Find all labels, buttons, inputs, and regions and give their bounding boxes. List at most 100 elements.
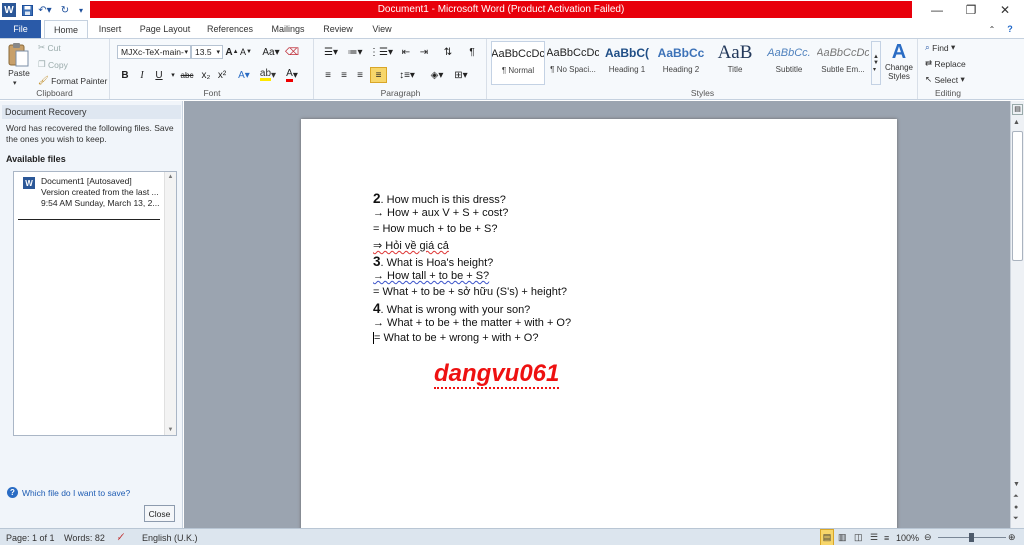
style-subtitle[interactable]: AaBbCc. Subtitle <box>762 41 816 85</box>
doc-line-8: 4. What is wrong with your son? <box>373 301 530 316</box>
undo-icon[interactable]: ↶▾ <box>36 2 54 18</box>
style-preview: AaBbCcDc <box>547 47 599 59</box>
watermark-text: dangvu061 <box>434 360 560 389</box>
numbering-icon[interactable]: ≔▾ <box>345 45 365 59</box>
close-window-button[interactable]: ✕ <box>988 0 1022 20</box>
word-logo-icon[interactable]: W <box>2 3 16 17</box>
strikethrough-button[interactable]: abc <box>179 68 195 82</box>
replace-button[interactable]: ⇄ Replace <box>925 58 966 69</box>
zoom-slider-thumb[interactable] <box>969 533 974 542</box>
save-icon[interactable] <box>20 2 34 18</box>
recovered-file-item[interactable]: W Document1 [Autosaved] Version created … <box>18 175 164 219</box>
underline-dropdown-icon[interactable]: ▾ <box>166 68 180 82</box>
borders-icon[interactable]: ⊞▾ <box>451 68 471 82</box>
tab-file[interactable]: File <box>0 20 41 38</box>
bullets-icon[interactable]: ☰▾ <box>321 45 341 59</box>
style-normal[interactable]: AaBbCcDc ¶ Normal <box>491 41 545 85</box>
ruler-toggle-icon[interactable]: ▤ <box>1012 104 1023 115</box>
underline-button[interactable]: U <box>152 68 166 82</box>
scroll-thumb[interactable] <box>1012 131 1023 261</box>
previous-page-icon[interactable]: ⏶ <box>1013 493 1019 501</box>
text-effects-icon[interactable]: A▾ <box>235 68 253 82</box>
style-subtle-emphasis[interactable]: AaBbCcDc Subtle Em... <box>816 41 870 85</box>
change-styles-icon: A <box>891 41 907 63</box>
grow-font-icon[interactable]: A ▲ <box>225 45 239 59</box>
zoom-in-icon[interactable]: ⊕ <box>1008 529 1016 545</box>
minimize-button[interactable]: — <box>920 0 954 20</box>
file-list-scrollbar[interactable]: ▲ ▼ <box>164 172 176 435</box>
paste-button[interactable]: Paste <box>4 68 34 78</box>
line-number: 4 <box>373 301 381 316</box>
superscript-button[interactable]: x² <box>215 68 229 82</box>
style-heading-2[interactable]: AaBbCc Heading 2 <box>654 41 708 85</box>
style-preview: AaBbCcDc <box>817 47 869 59</box>
browse-object-icon[interactable]: ● <box>1014 504 1018 511</box>
minimize-ribbon-icon[interactable]: ⌃ <box>985 20 999 38</box>
zoom-out-icon[interactable]: ⊖ <box>924 529 932 545</box>
font-color-icon[interactable]: A ▾ <box>283 68 301 82</box>
page-count[interactable]: Page: 1 of 1 <box>6 529 55 545</box>
align-right-icon[interactable]: ≡ <box>353 68 367 82</box>
align-left-icon[interactable]: ≡ <box>321 68 335 82</box>
proofing-icon[interactable]: ✓̸ <box>117 529 125 545</box>
font-size-select[interactable]: 13.5 ▾ <box>191 45 223 59</box>
align-center-icon[interactable]: ≡ <box>337 68 351 82</box>
language-status[interactable]: English (U.K.) <box>142 529 198 545</box>
change-styles-label: Change Styles <box>884 63 914 81</box>
clipboard-icon[interactable] <box>5 41 31 69</box>
line-spacing-icon[interactable]: ↕≡▾ <box>397 68 417 82</box>
scroll-up-icon[interactable]: ▲ <box>1013 119 1020 126</box>
zoom-level[interactable]: 100% <box>896 529 919 545</box>
tab-review[interactable]: Review <box>318 20 358 38</box>
find-button[interactable]: ⌕ Find ▾ <box>925 42 955 53</box>
subscript-button[interactable]: x₂ <box>199 68 213 82</box>
paste-dropdown-icon[interactable]: ▾ <box>13 79 17 87</box>
tab-home[interactable]: Home <box>44 20 88 38</box>
which-file-help-link[interactable]: Which file do I want to save? <box>22 488 130 498</box>
shading-icon[interactable]: ◈▾ <box>427 68 447 82</box>
style-heading-1[interactable]: AaBbC( Heading 1 <box>600 41 654 85</box>
customize-icon[interactable]: ▾ <box>76 2 86 18</box>
full-screen-reading-icon[interactable]: ▥ <box>838 529 847 545</box>
font-family-select[interactable]: MJXc-TeX-main- ▾ <box>117 45 191 59</box>
cut-button[interactable]: ✂ Cut <box>38 42 61 53</box>
decrease-indent-icon[interactable]: ⇤ <box>399 45 413 59</box>
italic-button[interactable]: I <box>135 68 149 82</box>
tab-page-layout[interactable]: Page Layout <box>134 20 196 38</box>
justify-icon[interactable]: ≡ <box>370 67 387 83</box>
tab-view[interactable]: View <box>364 20 400 38</box>
web-layout-icon[interactable]: ◫ <box>854 529 863 545</box>
styles-scroll[interactable]: ▲ ▼ ▾ <box>871 41 881 85</box>
sort-icon[interactable]: ⇅ <box>441 45 455 59</box>
style-title[interactable]: AaB Title <box>708 41 762 85</box>
word-count[interactable]: Words: 82 <box>64 529 105 545</box>
find-label: Find <box>932 42 949 53</box>
style-no-spacing[interactable]: AaBbCcDc ¶ No Spaci... <box>546 41 600 85</box>
document-page[interactable]: 2. How much is this dress? → How + aux V… <box>301 119 897 539</box>
increase-indent-icon[interactable]: ⇥ <box>417 45 431 59</box>
draft-view-icon[interactable]: ≡ <box>884 529 889 545</box>
multilevel-list-icon[interactable]: ⋮☰▾ <box>369 45 393 59</box>
help-icon[interactable]: ? <box>1003 20 1017 38</box>
outline-view-icon[interactable]: ☰ <box>870 529 878 545</box>
clear-formatting-icon[interactable]: ⌫ <box>285 45 299 59</box>
format-painter-button[interactable]: 🖌 Format Painter <box>38 75 107 86</box>
tab-references[interactable]: References <box>202 20 258 38</box>
restore-button[interactable]: ❐ <box>954 0 988 20</box>
next-page-icon[interactable]: ⏷ <box>1013 515 1019 523</box>
shrink-font-icon[interactable]: A ▼ <box>239 45 253 59</box>
tab-insert[interactable]: Insert <box>92 20 128 38</box>
select-button[interactable]: ↖ Select ▾ <box>925 74 965 85</box>
copy-button[interactable]: ❐ Copy <box>38 59 68 70</box>
redo-icon[interactable]: ↻ <box>58 2 72 18</box>
show-formatting-button[interactable]: ¶ <box>465 45 479 59</box>
highlight-color-icon[interactable]: ab ▾ <box>259 68 277 82</box>
print-layout-icon[interactable]: ▤ <box>820 529 834 545</box>
scroll-down-icon[interactable]: ▼ <box>1013 481 1020 488</box>
bold-button[interactable]: B <box>118 68 132 82</box>
vertical-scrollbar[interactable]: ▤ ▲ ▼ ⏶ ● ⏷ <box>1010 101 1024 528</box>
tab-mailings[interactable]: Mailings <box>264 20 312 38</box>
change-case-icon[interactable]: Aa▾ <box>261 45 281 59</box>
change-styles-button[interactable]: A Change Styles <box>883 41 915 87</box>
close-pane-button[interactable]: Close <box>144 505 175 522</box>
